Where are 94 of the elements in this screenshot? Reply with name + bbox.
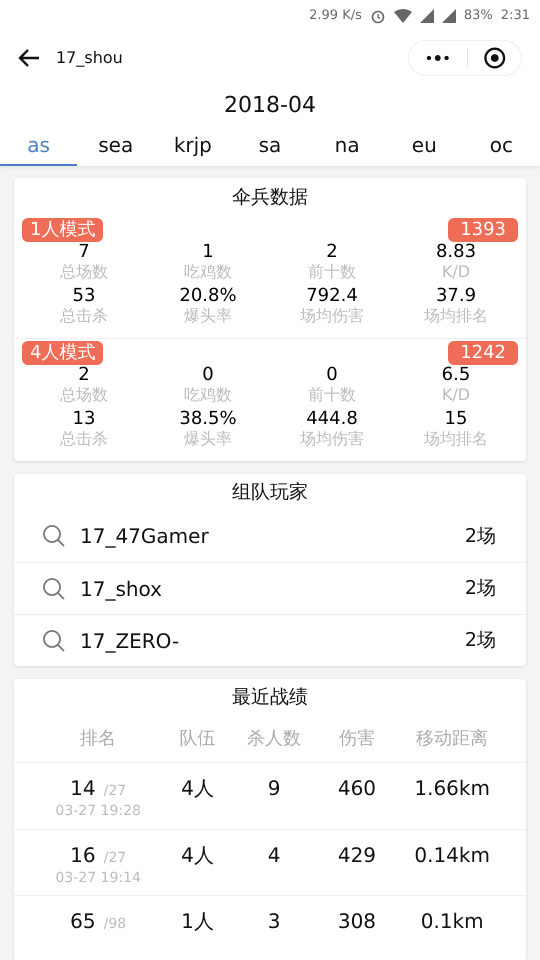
column-header: 排名 <box>79 727 118 751</box>
signal-icon <box>442 9 456 23</box>
region-tab[interactable]: krjp <box>154 126 232 166</box>
section-title: 伞兵数据 <box>231 185 309 210</box>
stat-value: 8.83 <box>436 242 476 262</box>
stat-label: 前十数 <box>308 262 356 282</box>
search-icon <box>42 628 66 652</box>
player-name: 17_47Gamer <box>80 523 209 550</box>
stat-label: 吃鸡数 <box>184 262 232 282</box>
stat-label: 吃鸡数 <box>184 385 232 405</box>
stat-value: 13 <box>72 409 96 429</box>
stat-value: 20.8% <box>179 286 237 306</box>
stat-value: 1 <box>202 242 214 262</box>
game-count: 2场 <box>464 524 496 549</box>
month-title: 2018-04 <box>223 92 317 120</box>
game-count: 2场 <box>464 576 496 602</box>
back-icon[interactable] <box>18 48 40 68</box>
rank-total: /98 <box>104 915 126 934</box>
match-time: 03-27 19:28 <box>55 803 141 819</box>
signal-icon <box>420 9 434 23</box>
stat-value: 53 <box>72 286 96 306</box>
stat-label: 爆头率 <box>184 429 232 449</box>
stat-value: 7 <box>78 242 90 262</box>
stat-label: 总击杀 <box>60 306 108 326</box>
rank-value: 16 <box>70 842 96 869</box>
rank-total: /27 <box>104 849 126 868</box>
stat-value: 0 <box>202 365 214 385</box>
stat-value: 444.8 <box>306 409 358 429</box>
stat-value: 6.5 <box>442 365 470 385</box>
stat-label: K/D <box>442 385 470 405</box>
more-icon[interactable] <box>426 55 450 61</box>
stat-label: 总场数 <box>60 262 108 282</box>
stat-value: 38.5% <box>179 409 237 429</box>
player-row[interactable]: 17_ZERO- 2场 <box>14 614 526 666</box>
wifi-icon <box>394 9 412 23</box>
network-speed: 2.99 K/s <box>309 7 362 26</box>
stat-label: 场均排名 <box>424 306 488 326</box>
battery-level: 83% <box>464 7 493 26</box>
stat-label: 场均伤害 <box>300 429 364 449</box>
stat-label: 场均排名 <box>424 429 488 449</box>
column-header: 杀人数 <box>246 727 302 751</box>
table-cell-text: 9 <box>266 775 282 802</box>
region-tab[interactable]: sa <box>231 126 309 166</box>
stat-value: 0 <box>326 365 338 385</box>
player-row[interactable]: 17_47Gamer 2场 <box>14 510 526 562</box>
clock: 2:31 <box>500 7 530 26</box>
region-tab[interactable]: na <box>308 126 386 166</box>
stat-label: 总场数 <box>60 385 108 405</box>
stat-value: 37.9 <box>436 286 476 306</box>
region-tab[interactable]: eu <box>386 126 463 166</box>
player-name: 17_ZERO- <box>80 628 180 655</box>
page-title: 17_shou <box>56 47 123 69</box>
table-cell-text: 0.1km <box>420 908 485 935</box>
table-cell-text: 0.14km <box>413 842 491 869</box>
region-tab[interactable]: as <box>0 126 78 166</box>
mode-badge: 4人模式 <box>22 341 104 365</box>
mode-badge: 1人模式 <box>22 218 104 242</box>
stat-label: 场均伤害 <box>300 306 364 326</box>
rank-total: /27 <box>104 782 126 801</box>
table-cell-text: 1.66km <box>413 775 491 802</box>
column-header: 移动距离 <box>415 727 490 751</box>
table-cell-text: 429 <box>336 842 378 869</box>
table-cell-text: 1人 <box>180 908 215 935</box>
stat-label: 爆头率 <box>184 306 232 326</box>
column-header: 队伍 <box>178 727 217 751</box>
search-icon <box>42 524 66 548</box>
stat-label: 总击杀 <box>60 429 108 449</box>
player-name: 17_shox <box>80 576 162 603</box>
player-row[interactable]: 17_shox 2场 <box>14 562 526 614</box>
region-tab[interactable]: oc <box>462 126 540 166</box>
stat-value: 2 <box>78 365 90 385</box>
table-cell-text: 3 <box>266 908 282 935</box>
table-cell-text: 4人 <box>180 775 215 802</box>
column-header: 伤害 <box>338 727 376 751</box>
stat-value: 2 <box>326 242 338 262</box>
rating-badge: 1393 <box>448 218 518 242</box>
match-time: 03-27 19:14 <box>55 870 141 886</box>
section-title: 组队玩家 <box>231 480 309 505</box>
table-cell-text: 460 <box>336 775 378 802</box>
region-tab[interactable]: sea <box>77 126 154 166</box>
table-cell-text: 4人 <box>180 842 215 869</box>
stat-value: 15 <box>444 409 468 429</box>
rank-value: 65 <box>70 908 96 935</box>
section-title: 最近战绩 <box>231 685 309 710</box>
rank-value: 14 <box>70 775 96 802</box>
alarm-icon <box>370 8 386 24</box>
rating-badge: 1242 <box>448 341 518 365</box>
game-count: 2场 <box>464 628 496 654</box>
stat-value: 792.4 <box>306 286 358 306</box>
stat-label: 前十数 <box>308 385 356 405</box>
table-cell-text: 4 <box>266 842 282 869</box>
search-icon <box>42 576 66 600</box>
stat-label: K/D <box>442 262 470 282</box>
table-cell-text: 308 <box>336 908 378 935</box>
